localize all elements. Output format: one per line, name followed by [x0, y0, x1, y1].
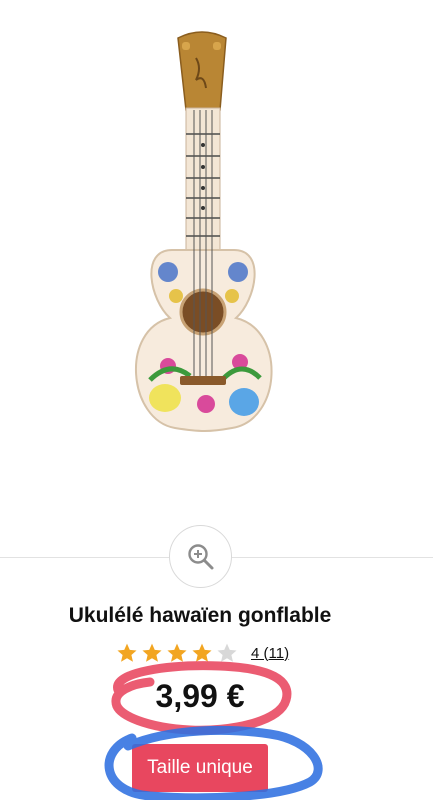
star-icon [192, 643, 212, 662]
star-icon [217, 643, 237, 662]
product-rating[interactable]: 4 (11) [116, 640, 289, 666]
star-icon [117, 643, 137, 662]
product-title: Ukulélé hawaïen gonflable [68, 604, 332, 627]
zoom-button[interactable] [169, 525, 232, 588]
size-option-button[interactable]: Taille unique [132, 744, 268, 792]
product-image[interactable] [0, 0, 433, 540]
star-icon [142, 643, 162, 662]
star-icon [167, 643, 187, 662]
product-price: 3,99 € [155, 678, 245, 714]
star-rating [116, 642, 241, 664]
rating-reviews-link[interactable]: 4 (11) [251, 645, 289, 662]
zoom-in-icon [187, 543, 213, 569]
